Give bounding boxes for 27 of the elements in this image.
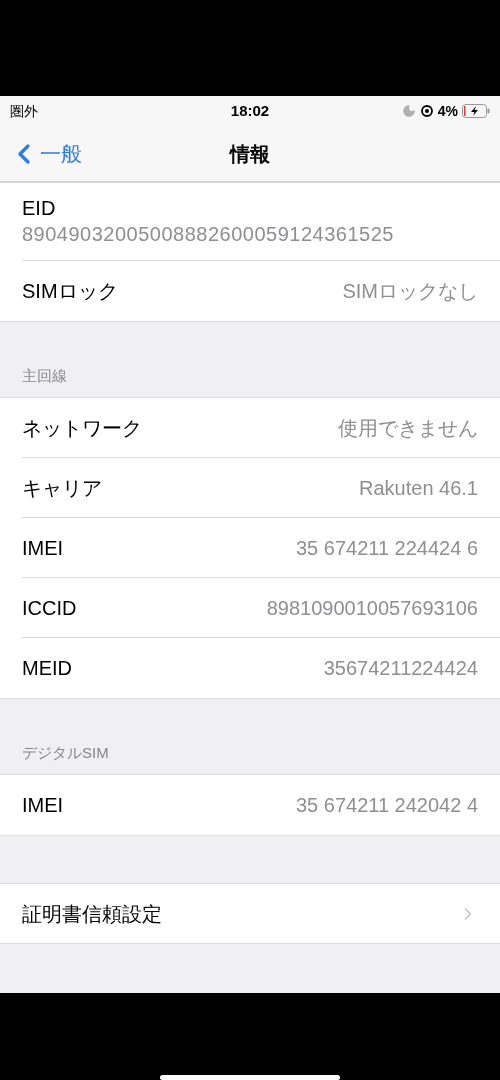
rotation-lock-icon	[419, 104, 434, 118]
row-label: キャリア	[22, 475, 102, 501]
row-label: SIMロック	[22, 279, 118, 304]
row-label: ICCID	[22, 595, 77, 621]
back-button[interactable]: 一般	[8, 126, 82, 181]
moon-icon	[401, 104, 416, 118]
row-value: 35 674211 242042 4	[295, 793, 478, 818]
row-label: ネットワーク	[22, 415, 142, 441]
row-value: 35 674211 224424 6	[295, 535, 478, 561]
battery-charging-icon	[462, 104, 490, 118]
row-label: IMEI	[22, 535, 64, 561]
section-header: デジタルSIM	[22, 742, 109, 763]
section-header: 主回線	[22, 365, 67, 386]
battery-percent: 4%	[437, 101, 458, 121]
home-indicator[interactable]	[160, 1075, 340, 1080]
row-value: Rakuten 46.1	[359, 475, 478, 501]
row-value: 8981090010057693106	[266, 595, 478, 621]
row-value: 89049032005008882600059124361525	[22, 221, 395, 247]
row-label: IMEI	[22, 793, 64, 818]
carrier-status: 圏外	[10, 101, 39, 121]
row-value: 使用できません	[338, 415, 478, 441]
row-value: SIMロックなし	[342, 279, 478, 304]
row-value: 35674211224424	[323, 656, 478, 681]
nav-title: 情報	[230, 141, 270, 167]
clock: 18:02	[230, 100, 270, 121]
row-label: MEID	[22, 656, 72, 681]
row-label: EID	[22, 195, 57, 220]
